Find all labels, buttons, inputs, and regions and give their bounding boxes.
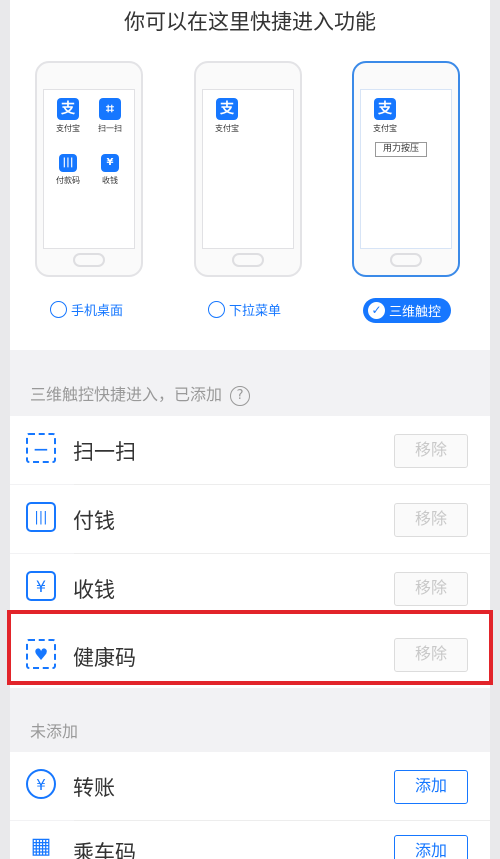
remove-button[interactable]: 移除	[394, 572, 468, 606]
option-desktop[interactable]: 手机桌面	[50, 300, 123, 319]
home-button	[232, 253, 264, 267]
alipay-icon: 支	[57, 98, 79, 120]
phone-screen: 支 支付宝	[202, 89, 294, 249]
alipay-icon: 支	[216, 98, 238, 120]
app-alipay: 支 支付宝	[209, 98, 245, 134]
option-3d-touch[interactable]: ✓ 三维触控	[363, 298, 452, 323]
phone-preview-dropdown[interactable]: 支 支付宝	[194, 61, 302, 277]
add-button[interactable]: 添加	[394, 770, 468, 804]
page-headline: 你可以在这里快捷进入功能	[124, 10, 376, 34]
barcode-icon: |||	[59, 154, 77, 172]
phone-screen: 支 支付宝 用力按压	[360, 89, 452, 249]
radio-unchecked-icon	[208, 301, 225, 318]
app-collect: ¥ 收钱	[92, 154, 128, 186]
phone-screen: 支 支付宝 ⌗ 扫一扫 ||| 付款码 ¥ 收钱	[43, 89, 135, 249]
item-name: 扫一扫	[73, 440, 136, 464]
phone-preview-desktop[interactable]: 支 支付宝 ⌗ 扫一扫 ||| 付款码 ¥ 收钱	[35, 61, 143, 277]
list-item: − 扫一扫 移除	[10, 416, 490, 484]
yuan-icon: ¥	[26, 571, 56, 601]
right-frame	[490, 0, 500, 859]
app-scan: ⌗ 扫一扫	[92, 98, 128, 134]
remove-button[interactable]: 移除	[394, 503, 468, 537]
check-icon: ✓	[368, 302, 385, 319]
remove-button[interactable]: 移除	[394, 434, 468, 468]
alipay-icon: 支	[374, 98, 396, 120]
barcode-icon: |||	[26, 502, 56, 532]
app-alipay: 支 支付宝	[50, 98, 86, 134]
radio-unchecked-icon	[50, 301, 67, 318]
item-name: 转账	[73, 776, 115, 800]
force-press-hint: 用力按压	[375, 142, 427, 157]
transfer-icon: ¥	[26, 769, 56, 799]
highlight-box	[7, 610, 493, 685]
mode-selector-panel: 你可以在这里快捷进入功能 支 支付宝 ⌗ 扫一扫 ||| 付款码 ¥ 收钱 支 …	[10, 0, 490, 350]
not-added-section-title: 未添加	[30, 722, 79, 741]
item-name: 付钱	[73, 509, 115, 533]
list-item: ||| 付钱 移除	[10, 485, 490, 553]
added-section-title: 三维触控快捷进入，已添加?	[30, 381, 251, 406]
yuan-icon: ¥	[101, 154, 119, 172]
app-paycode: ||| 付款码	[50, 154, 86, 186]
help-icon[interactable]: ?	[230, 385, 251, 406]
add-button[interactable]: 添加	[394, 835, 468, 859]
option-dropdown[interactable]: 下拉菜单	[208, 300, 281, 319]
phone-preview-3d-touch[interactable]: 支 支付宝 用力按压	[352, 61, 460, 277]
list-item: ¥ 转账 添加	[10, 752, 490, 820]
home-button	[390, 253, 422, 267]
scan-icon: −	[26, 433, 56, 463]
left-frame	[0, 0, 10, 859]
list-item: ▦ 乘车码 添加	[10, 821, 490, 859]
qr-code-icon: ▦	[30, 834, 52, 859]
home-button	[73, 253, 105, 267]
item-name: 乘车码	[73, 841, 136, 859]
item-name: 收钱	[73, 578, 115, 602]
app-alipay: 支 支付宝	[367, 98, 403, 134]
scan-icon: ⌗	[99, 98, 121, 120]
